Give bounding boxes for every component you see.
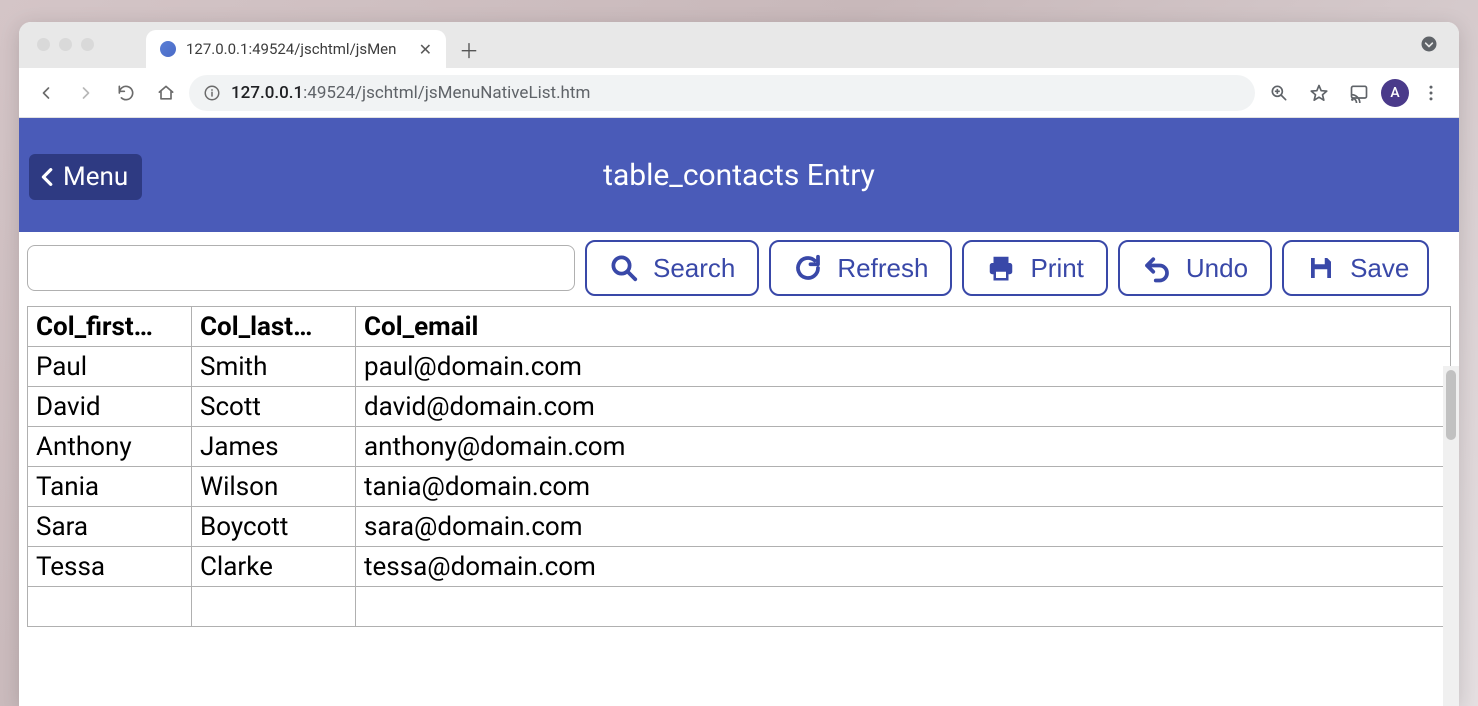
page-title: table_contacts Entry [603, 158, 875, 193]
cell-email[interactable]: david@domain.com [356, 387, 1451, 427]
contacts-table: Col_first… Col_last… Col_email PaulSmith… [27, 306, 1451, 627]
cell-email[interactable]: tania@domain.com [356, 467, 1451, 507]
search-button[interactable]: Search [585, 240, 759, 296]
save-button[interactable]: Save [1282, 240, 1429, 296]
window-close-button[interactable] [37, 38, 50, 51]
new-tab-button[interactable]: ＋ [454, 34, 484, 64]
refresh-button[interactable]: Refresh [769, 240, 952, 296]
cell-first[interactable]: Tessa [28, 547, 192, 587]
app-header: Menu table_contacts Entry [19, 118, 1459, 232]
browser-menu-icon[interactable] [1413, 75, 1449, 111]
browser-tab[interactable]: 127.0.0.1:49524/jschtml/jsMen ✕ [146, 30, 446, 68]
url-text: 127.0.0.1:49524/jschtml/jsMenuNativeList… [231, 83, 590, 103]
cell-first[interactable]: Paul [28, 347, 192, 387]
undo-button[interactable]: Undo [1118, 240, 1272, 296]
table-row[interactable]: SaraBoycottsara@domain.com [28, 507, 1451, 547]
app-viewport: Menu table_contacts Entry Search Refresh… [19, 118, 1459, 706]
cell-last[interactable] [192, 587, 356, 627]
cell-first[interactable]: David [28, 387, 192, 427]
cell-email[interactable]: anthony@domain.com [356, 427, 1451, 467]
cell-first[interactable]: Sara [28, 507, 192, 547]
window-minimize-button[interactable] [59, 38, 72, 51]
window-controls [37, 38, 94, 51]
save-button-label: Save [1350, 253, 1409, 284]
table-row[interactable]: DavidScottdavid@domain.com [28, 387, 1451, 427]
chevron-left-icon [37, 163, 59, 191]
cell-email[interactable]: paul@domain.com [356, 347, 1451, 387]
cell-first[interactable] [28, 587, 192, 627]
search-icon [609, 253, 639, 283]
print-icon [986, 253, 1016, 283]
search-button-label: Search [653, 253, 735, 284]
url-host: 127.0.0.1 [231, 83, 303, 103]
cell-last[interactable]: Clarke [192, 547, 356, 587]
reload-button[interactable] [109, 76, 143, 110]
table-row[interactable]: PaulSmithpaul@domain.com [28, 347, 1451, 387]
table-row[interactable]: AnthonyJamesanthony@domain.com [28, 427, 1451, 467]
bookmark-icon[interactable] [1301, 75, 1337, 111]
undo-button-label: Undo [1186, 253, 1248, 284]
home-button[interactable] [149, 76, 183, 110]
address-bar-row: 127.0.0.1:49524/jschtml/jsMenuNativeList… [19, 68, 1459, 118]
address-bar[interactable]: 127.0.0.1:49524/jschtml/jsMenuNativeList… [189, 75, 1255, 111]
vertical-scrollbar[interactable] [1443, 366, 1459, 706]
col-last-name[interactable]: Col_last… [192, 307, 356, 347]
undo-icon [1142, 253, 1172, 283]
col-email[interactable]: Col_email [356, 307, 1451, 347]
toolbar: Search Refresh Print Undo Save [19, 232, 1459, 304]
site-info-icon[interactable] [203, 84, 221, 102]
tab-title: 127.0.0.1:49524/jschtml/jsMen [186, 40, 405, 58]
cell-first[interactable]: Anthony [28, 427, 192, 467]
print-button[interactable]: Print [962, 240, 1107, 296]
table-row[interactable]: TessaClarketessa@domain.com [28, 547, 1451, 587]
cell-email[interactable]: tessa@domain.com [356, 547, 1451, 587]
cell-last[interactable]: Wilson [192, 467, 356, 507]
refresh-icon [793, 253, 823, 283]
cell-first[interactable]: Tania [28, 467, 192, 507]
tab-favicon [160, 41, 176, 57]
cell-last[interactable]: James [192, 427, 356, 467]
cell-email[interactable] [356, 587, 1451, 627]
tab-overflow-button[interactable] [1411, 26, 1447, 62]
window-zoom-button[interactable] [81, 38, 94, 51]
forward-button[interactable] [69, 76, 103, 110]
print-button-label: Print [1030, 253, 1083, 284]
tab-strip: 127.0.0.1:49524/jschtml/jsMen ✕ ＋ [19, 22, 1459, 68]
table-header-row: Col_first… Col_last… Col_email [28, 307, 1451, 347]
save-icon [1306, 253, 1336, 283]
col-first-name[interactable]: Col_first… [28, 307, 192, 347]
menu-button-label: Menu [63, 162, 128, 192]
cell-email[interactable]: sara@domain.com [356, 507, 1451, 547]
search-input[interactable] [27, 245, 575, 291]
table-row[interactable] [28, 587, 1451, 627]
scrollbar-thumb[interactable] [1446, 370, 1456, 440]
cell-last[interactable]: Smith [192, 347, 356, 387]
menu-button[interactable]: Menu [29, 154, 142, 200]
browser-window: 127.0.0.1:49524/jschtml/jsMen ✕ ＋ 127.0.… [19, 22, 1459, 706]
table-row[interactable]: TaniaWilsontania@domain.com [28, 467, 1451, 507]
addr-right-icons: A [1261, 75, 1449, 111]
cell-last[interactable]: Boycott [192, 507, 356, 547]
back-button[interactable] [29, 76, 63, 110]
tab-close-button[interactable]: ✕ [415, 38, 436, 61]
cell-last[interactable]: Scott [192, 387, 356, 427]
refresh-button-label: Refresh [837, 253, 928, 284]
zoom-icon[interactable] [1261, 75, 1297, 111]
url-path: :49524/jschtml/jsMenuNativeList.htm [303, 83, 590, 103]
cast-icon[interactable] [1341, 75, 1377, 111]
profile-avatar[interactable]: A [1381, 79, 1409, 107]
